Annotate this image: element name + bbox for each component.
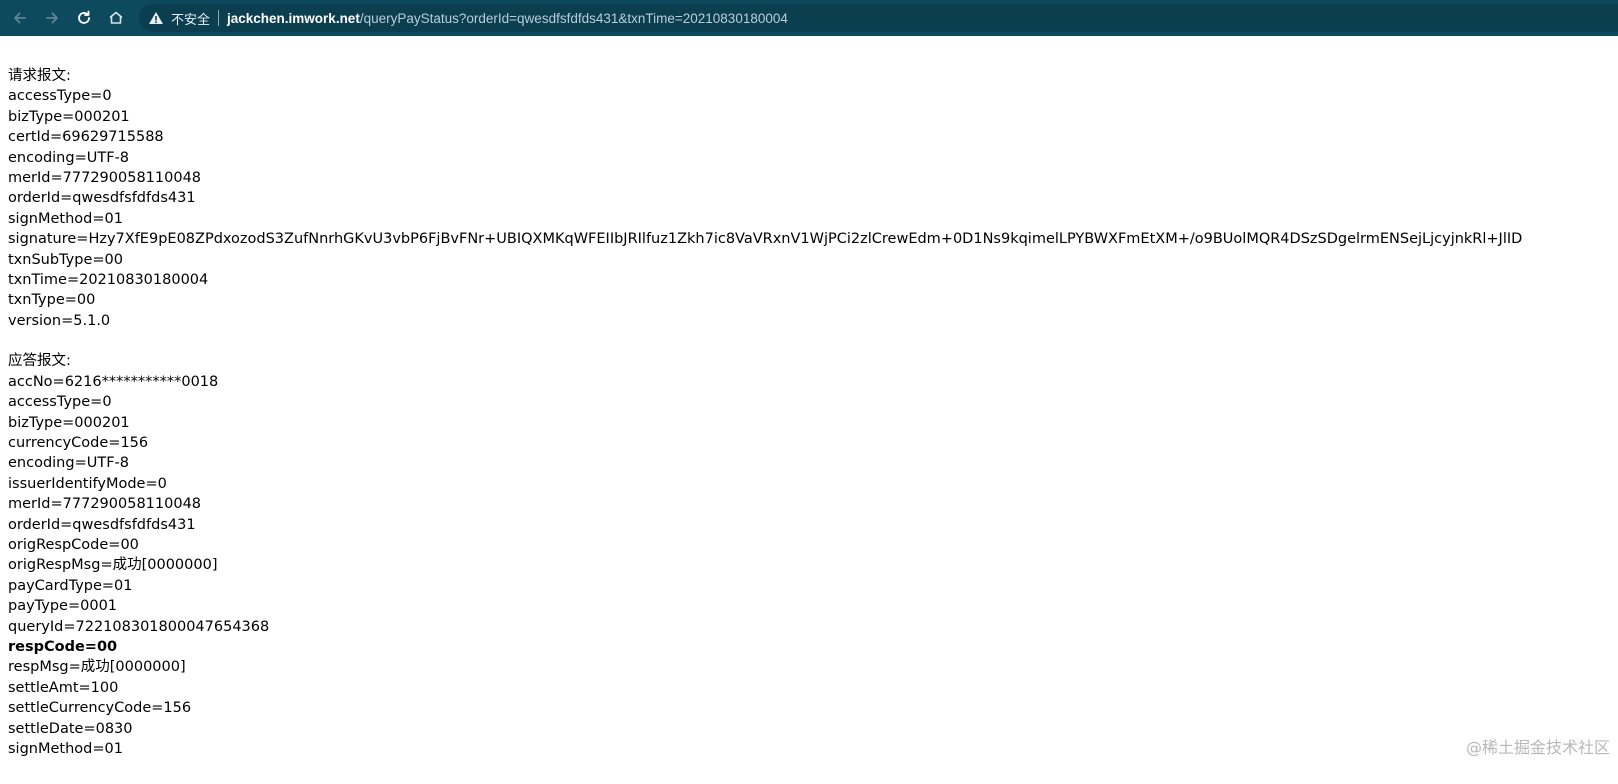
response-line: bizType=000201 [8, 414, 130, 431]
response-resp-code-line: respCode=00 [8, 638, 118, 655]
response-line: settleDate=0830 [8, 720, 133, 737]
warning-icon[interactable] [147, 9, 165, 27]
response-line: orderId=qwesdfsfdfds431 [8, 516, 196, 533]
response-line: settleAmt=100 [8, 679, 119, 696]
response-line: origRespMsg=成功[0000000] [8, 557, 218, 574]
address-bar[interactable]: 不安全 jackchen.imwork.net/queryPayStatus?o… [139, 4, 1618, 32]
home-icon [109, 11, 123, 24]
response-line: payCardType=01 [8, 577, 133, 594]
request-line: merId=777290058110048 [8, 169, 202, 186]
request-line: signMethod=01 [8, 210, 123, 227]
response-line: encoding=UTF-8 [8, 455, 129, 472]
browser-toolbar: 不安全 jackchen.imwork.net/queryPayStatus?o… [0, 0, 1618, 36]
url-text[interactable]: jackchen.imwork.net/queryPayStatus?order… [227, 11, 788, 26]
separator [218, 10, 220, 26]
watermark: @稀土掘金技术社区 [1465, 738, 1610, 757]
request-line: orderId=qwesdfsfdfds431 [8, 190, 196, 207]
response-line: currencyCode=156 [8, 435, 149, 452]
forward-button[interactable] [38, 4, 66, 32]
home-button[interactable] [102, 4, 130, 32]
request-heading: 请求报文: [8, 68, 71, 84]
request-line: certId=69629715588 [8, 129, 164, 146]
response-line: origRespCode=00 [8, 536, 139, 553]
request-line: accessType=0 [8, 88, 112, 105]
response-line: accNo=6216***********0018 [8, 373, 219, 390]
response-line: accessType=0 [8, 394, 112, 411]
response-line: merId=777290058110048 [8, 496, 202, 513]
request-line: txnSubType=00 [8, 251, 123, 268]
reload-button[interactable] [70, 4, 98, 32]
response-line: signMethod=01 [8, 740, 123, 757]
reload-icon [78, 10, 90, 24]
response-line: respMsg=成功[0000000] [8, 659, 186, 676]
url-host: jackchen.imwork.net [227, 10, 360, 26]
response-line: issuerIdentifyMode=0 [8, 475, 167, 492]
request-line: txnTime=20210830180004 [8, 271, 209, 288]
request-line: version=5.1.0 [8, 312, 111, 329]
security-label[interactable]: 不安全 [171, 9, 210, 28]
url-path: /queryPayStatus?orderId=qwesdfsfdfds431&… [359, 10, 788, 26]
back-arrow-icon [14, 12, 26, 24]
request-line: bizType=000201 [8, 108, 130, 125]
forward-arrow-icon [46, 12, 58, 24]
request-line: txnType=00 [8, 292, 96, 309]
page-content: 请求报文: accessType=0 bizType=000201 certId… [8, 66, 1618, 759]
request-line: encoding=UTF-8 [8, 149, 129, 166]
request-signature-line: signature=Hzy7XfE9pE08ZPdxozodS3ZufNnrhG… [8, 231, 1523, 248]
response-line: queryId=722108301800047654368 [8, 618, 270, 635]
back-button[interactable] [6, 4, 34, 32]
response-line: settleCurrencyCode=156 [8, 700, 192, 717]
response-line: payType=0001 [8, 598, 118, 615]
response-heading: 应答报文: [8, 353, 71, 370]
